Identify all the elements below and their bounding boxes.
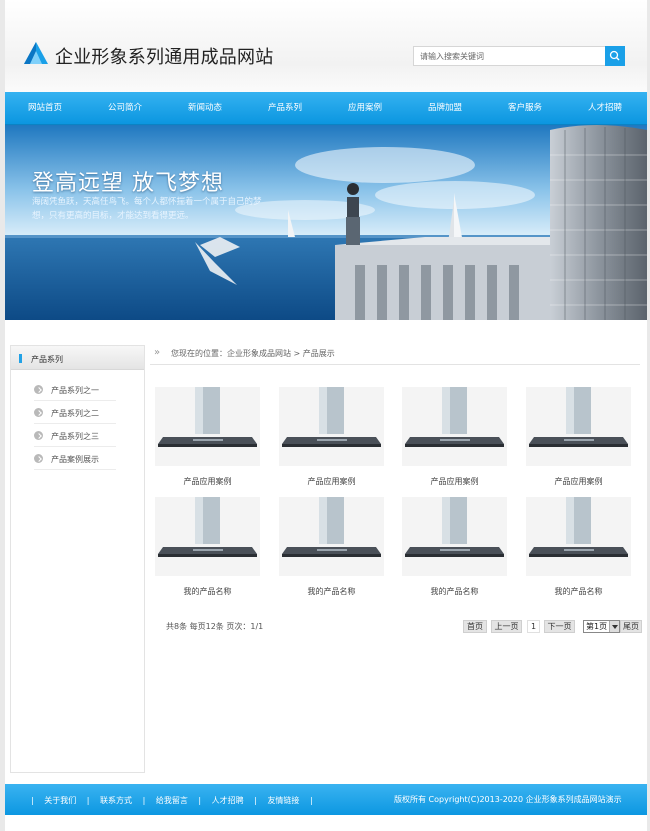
product-image [526, 387, 631, 466]
nav-item-about[interactable]: 公司简介 [85, 92, 165, 125]
nav-item-cases[interactable]: 应用案例 [325, 92, 405, 125]
product-name: 产品应用案例 [554, 477, 603, 486]
sidebar-item-label: 产品系列之二 [51, 409, 99, 418]
search-button[interactable] [605, 46, 625, 66]
pager-info: 共8条 每页12条 页次：1/1 [166, 622, 264, 631]
site-title: 企业形象系列通用成品网站 [55, 47, 274, 68]
footer-link-message[interactable]: 给我留言 [156, 796, 188, 805]
product-name: 我的产品名称 [183, 587, 232, 596]
product-image [155, 497, 260, 576]
banner-subtitle: 海阔凭鱼跃，天高任鸟飞。每个人都怀揣着一个属于自己的梦想，只有更高的目标，才能达… [32, 197, 262, 221]
sidebar-item-label: 产品系列之三 [51, 432, 99, 441]
product-card[interactable]: 我的产品名称 [402, 497, 507, 597]
last-page-button[interactable]: 尾页 [620, 620, 642, 633]
sidebar-item-cases[interactable]: 产品案例展示 [34, 447, 116, 470]
nav-item-service[interactable]: 客户服务 [485, 92, 565, 125]
footer-link-jobs[interactable]: 人才招聘 [212, 796, 244, 805]
product-card[interactable]: 产品应用案例 [279, 387, 384, 487]
main-nav: 网站首页 公司简介 新闻动态 产品系列 应用案例 品牌加盟 客户服务 人才招聘 [5, 92, 647, 125]
product-image [402, 497, 507, 576]
product-name: 产品应用案例 [307, 477, 356, 486]
footer-separator: | [254, 796, 257, 805]
sidebar: 产品系列 产品系列之一 产品系列之二 产品系列之三 产品案例展示 [10, 345, 145, 773]
product-card[interactable]: 我的产品名称 [155, 497, 260, 597]
footer-copyright: 版权所有 Copyright(C)2013-2020 企业形象系列成品网站演示 [394, 795, 622, 804]
first-page-button[interactable]: 首页 [463, 620, 487, 633]
logo-icon [24, 42, 48, 64]
next-page-button[interactable]: 下一页 [544, 620, 575, 633]
product-card[interactable]: 我的产品名称 [526, 497, 631, 597]
sidebar-header: 产品系列 [11, 346, 144, 370]
hero-banner: 登高远望 放飞梦想 海阔凭鱼跃，天高任鸟飞。每个人都怀揣着一个属于自己的梦想，只… [5, 125, 647, 320]
footer-separator: | [86, 796, 90, 805]
product-name: 产品应用案例 [430, 477, 479, 486]
chevron-right-icon [34, 431, 43, 440]
banner-slogan: 登高远望 放飞梦想 [32, 171, 224, 196]
product-name: 我的产品名称 [307, 587, 356, 596]
header: 企业形象系列通用成品网站 [5, 0, 647, 92]
footer-separator: | [309, 796, 313, 805]
nav-item-products[interactable]: 产品系列 [245, 92, 325, 125]
chevron-right-icon [34, 408, 43, 417]
footer-link-contact[interactable]: 联系方式 [100, 796, 132, 805]
product-image [279, 497, 384, 576]
sidebar-title: 产品系列 [31, 355, 63, 364]
product-card[interactable]: 产品应用案例 [155, 387, 260, 487]
product-image [402, 387, 507, 466]
page-select-value: 第1页 [586, 622, 608, 631]
sidebar-item-series-3[interactable]: 产品系列之三 [34, 424, 116, 447]
product-card[interactable]: 产品应用案例 [526, 387, 631, 487]
sidebar-title-bar [19, 354, 22, 363]
footer-separator: | [31, 796, 34, 805]
product-image [155, 387, 260, 466]
footer-separator: | [142, 796, 146, 805]
search-input[interactable] [413, 46, 605, 66]
sidebar-item-label: 产品系列之一 [51, 386, 99, 395]
chevron-right-icon [34, 385, 43, 394]
nav-item-franchise[interactable]: 品牌加盟 [405, 92, 485, 125]
prev-page-button[interactable]: 上一页 [491, 620, 522, 633]
chevron-right-icon [34, 454, 43, 463]
double-chevron-icon: » [154, 347, 161, 358]
product-card[interactable]: 我的产品名称 [279, 497, 384, 597]
footer-links: | 关于我们 | 联系方式 | 给我留言 | 人才招聘 | 友情链接 | [27, 795, 317, 806]
footer-link-friends[interactable]: 友情链接 [267, 796, 299, 805]
breadcrumb: » 您现在的位置：企业形象成品网站 > 产品展示 [150, 345, 640, 365]
sidebar-item-series-2[interactable]: 产品系列之二 [34, 401, 116, 424]
product-card[interactable]: 产品应用案例 [402, 387, 507, 487]
nav-item-news[interactable]: 新闻动态 [165, 92, 245, 125]
footer: | 关于我们 | 联系方式 | 给我留言 | 人才招聘 | 友情链接 | 版权所… [5, 784, 647, 815]
nav-item-jobs[interactable]: 人才招聘 [565, 92, 645, 125]
product-name: 我的产品名称 [430, 587, 479, 596]
sidebar-item-label: 产品案例展示 [51, 455, 99, 464]
footer-separator: | [198, 796, 202, 805]
product-name: 我的产品名称 [554, 587, 603, 596]
sidebar-item-series-1[interactable]: 产品系列之一 [34, 378, 116, 401]
page-number-1[interactable]: 1 [527, 620, 540, 633]
search-box [413, 46, 625, 66]
page-select[interactable]: 第1页 [583, 620, 620, 633]
product-name: 产品应用案例 [183, 477, 232, 486]
search-icon [609, 50, 620, 61]
product-image [279, 387, 384, 466]
product-image [526, 497, 631, 576]
page: 企业形象系列通用成品网站 网站首页 公司简介 新闻动态 产品系列 应用案例 品牌… [5, 0, 647, 831]
chevron-down-icon [609, 621, 619, 632]
breadcrumb-text: 您现在的位置：企业形象成品网站 > 产品展示 [171, 349, 335, 358]
nav-item-home[interactable]: 网站首页 [5, 92, 85, 125]
footer-link-about[interactable]: 关于我们 [44, 796, 76, 805]
